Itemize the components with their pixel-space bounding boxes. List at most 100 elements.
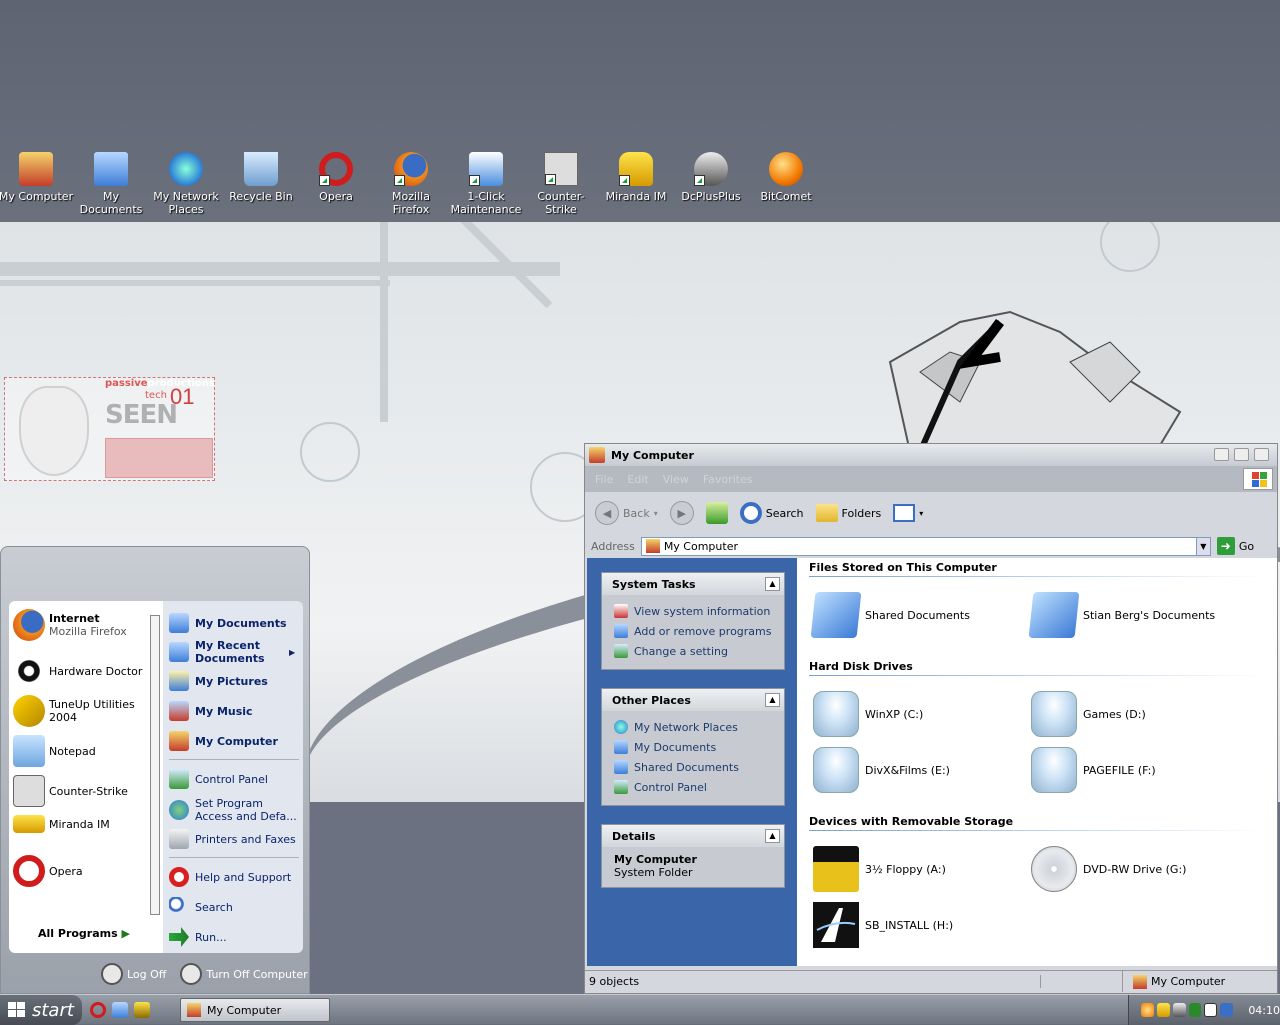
go-button[interactable]: ➜ Go — [1216, 537, 1254, 555]
recent-documents-icon — [169, 642, 189, 662]
taskbar: start My Computer 04:10 — [0, 994, 1280, 1025]
recycle-bin-icon — [244, 152, 278, 186]
item-user-documents[interactable]: Stian Berg's Documents — [1028, 592, 1215, 638]
system-tray: 04:10 — [1128, 995, 1280, 1025]
dcplusplus-icon — [694, 152, 728, 186]
desktop-icon-firefox[interactable]: Mozilla Firefox — [373, 152, 449, 216]
start-item-opera[interactable]: Opera — [13, 855, 153, 887]
firefox-icon — [13, 609, 45, 641]
start-item-tuneup[interactable]: TuneUp Utilities 2004 — [13, 695, 153, 727]
control-panel-link[interactable]: Control Panel — [614, 777, 776, 797]
menu-file[interactable]: File — [595, 473, 613, 486]
desktop-icon-my-computer[interactable]: My Computer — [0, 152, 74, 203]
collapse-icon[interactable]: ▲ — [765, 693, 780, 707]
start-my-documents[interactable]: My Documents — [169, 613, 301, 633]
content-pane: Files Stored on This Computer Shared Doc… — [797, 558, 1277, 966]
details-type: System Folder — [614, 866, 693, 879]
clock[interactable]: 04:10 — [1248, 1004, 1280, 1017]
start-item-counter-strike[interactable]: Counter-Strike — [13, 775, 153, 807]
start-item-hardware-doctor[interactable]: Hardware Doctor — [13, 655, 153, 687]
dcplusplus-tray-icon[interactable] — [1172, 1003, 1186, 1017]
view-system-info-link[interactable]: View system information — [614, 601, 776, 621]
collapse-icon[interactable]: ▲ — [765, 577, 780, 591]
desktop-icon-maintenance[interactable]: 1-Click Maintenance — [448, 152, 524, 216]
bitcomet-tray-icon[interactable] — [1141, 1003, 1154, 1017]
change-setting-link[interactable]: Change a setting — [614, 641, 776, 661]
start-printers[interactable]: Printers and Faxes — [169, 829, 301, 849]
desktop-icon-bitcomet[interactable]: BitComet — [748, 152, 824, 203]
close-button[interactable] — [1254, 448, 1269, 461]
desktop-icon-network-places[interactable]: My Network Places — [148, 152, 224, 216]
desktop-icon-recycle-bin[interactable]: Recycle Bin — [223, 152, 299, 203]
pinned-scrollbar[interactable] — [150, 615, 160, 915]
my-computer-icon — [19, 152, 53, 186]
folders-button[interactable]: Folders — [815, 504, 881, 522]
taskbar-button-my-computer[interactable]: My Computer — [180, 998, 330, 1022]
add-remove-programs-link[interactable]: Add or remove programs — [614, 621, 776, 641]
window-titlebar[interactable]: My Computer — [585, 444, 1277, 466]
forward-button[interactable]: ▶ — [669, 501, 694, 525]
menu-favorites[interactable]: Favorites — [703, 473, 753, 486]
desktop-icon-my-documents[interactable]: My Documents — [73, 152, 149, 216]
address-input[interactable]: My Computer ▼ — [640, 536, 1211, 556]
start-control-panel[interactable]: Control Panel — [169, 769, 301, 789]
item-drive-f[interactable]: PAGEFILE (F:) — [1031, 747, 1156, 793]
quick-launch-app-icon[interactable] — [134, 1002, 150, 1018]
start-run[interactable]: Run... — [169, 927, 301, 947]
miranda-tray-icon[interactable] — [1156, 1003, 1170, 1017]
maximize-button[interactable] — [1234, 448, 1249, 461]
menu-bar: File Edit View Favorites — [585, 466, 1277, 492]
minimize-button[interactable] — [1214, 448, 1229, 461]
start-my-pictures[interactable]: My Pictures — [169, 671, 301, 691]
start-menu-pinned: Internet Mozilla Firefox Hardware Doctor … — [9, 601, 163, 953]
item-dvd-g[interactable]: DVD-RW Drive (G:) — [1031, 846, 1186, 892]
back-button[interactable]: ◀ Back ▾ — [595, 501, 658, 525]
menu-view[interactable]: View — [663, 473, 689, 486]
start-item-miranda[interactable]: Miranda IM — [13, 815, 153, 833]
desktop-icon-dcplusplus[interactable]: DcPlusPlus — [673, 152, 749, 203]
start-item-internet[interactable]: Internet Mozilla Firefox — [13, 609, 153, 641]
item-floppy-a[interactable]: 3½ Floppy (A:) — [813, 846, 946, 892]
start-my-music[interactable]: My Music — [169, 701, 301, 721]
internet-explorer-icon[interactable] — [112, 1002, 128, 1018]
up-button[interactable] — [705, 502, 728, 524]
chevron-down-icon[interactable]: ▼ — [1195, 537, 1210, 555]
opera-icon[interactable] — [90, 1002, 106, 1018]
item-drive-d[interactable]: Games (D:) — [1031, 691, 1146, 737]
views-button[interactable]: ▾ — [893, 504, 923, 522]
network-tray-icon[interactable] — [1204, 1003, 1218, 1017]
start-help[interactable]: Help and Support — [169, 867, 301, 887]
desktop-icon-counter-strike[interactable]: Counter-Strike — [523, 152, 599, 216]
user-tray-icon[interactable] — [1188, 1003, 1202, 1017]
item-shared-documents[interactable]: Shared Documents — [810, 592, 970, 638]
menu-edit[interactable]: Edit — [627, 473, 648, 486]
start-search[interactable]: Search — [169, 897, 301, 917]
start-item-notepad[interactable]: Notepad — [13, 735, 153, 767]
start-my-recent-documents[interactable]: My Recent Documents ▶ — [169, 639, 301, 665]
shared-documents-link[interactable]: Shared Documents — [614, 757, 776, 777]
desktop-icon-miranda[interactable]: Miranda IM — [598, 152, 674, 203]
all-programs-button[interactable]: All Programs ▶ — [9, 927, 159, 940]
volume-icon[interactable] — [1220, 1003, 1234, 1017]
item-drive-e[interactable]: DivX&Films (E:) — [813, 747, 950, 793]
maintenance-icon — [469, 152, 503, 186]
bitcomet-icon — [769, 152, 803, 186]
collapse-icon[interactable]: ▲ — [765, 829, 780, 843]
item-drive-c[interactable]: WinXP (C:) — [813, 691, 923, 737]
floppy-icon — [813, 846, 859, 892]
my-documents-link[interactable]: My Documents — [614, 737, 776, 757]
turn-off-button[interactable]: Turn Off Computer — [180, 963, 308, 985]
item-sb-install-h[interactable]: SB_INSTALL (H:) — [813, 902, 953, 948]
opera-icon — [319, 152, 353, 186]
arrow-right-icon: ▶ — [669, 501, 694, 525]
start-button[interactable]: start — [0, 995, 82, 1025]
miranda-icon — [13, 815, 45, 833]
start-set-program-access[interactable]: Set Program Access and Defa... — [169, 797, 301, 823]
start-my-computer[interactable]: My Computer — [169, 731, 301, 751]
search-button[interactable]: Search — [739, 502, 804, 524]
network-places-link[interactable]: My Network Places — [614, 717, 776, 737]
desktop-icon-opera[interactable]: Opera — [298, 152, 374, 203]
eye-icon — [13, 655, 45, 687]
separator — [169, 857, 299, 858]
log-off-button[interactable]: Log Off — [101, 963, 166, 985]
